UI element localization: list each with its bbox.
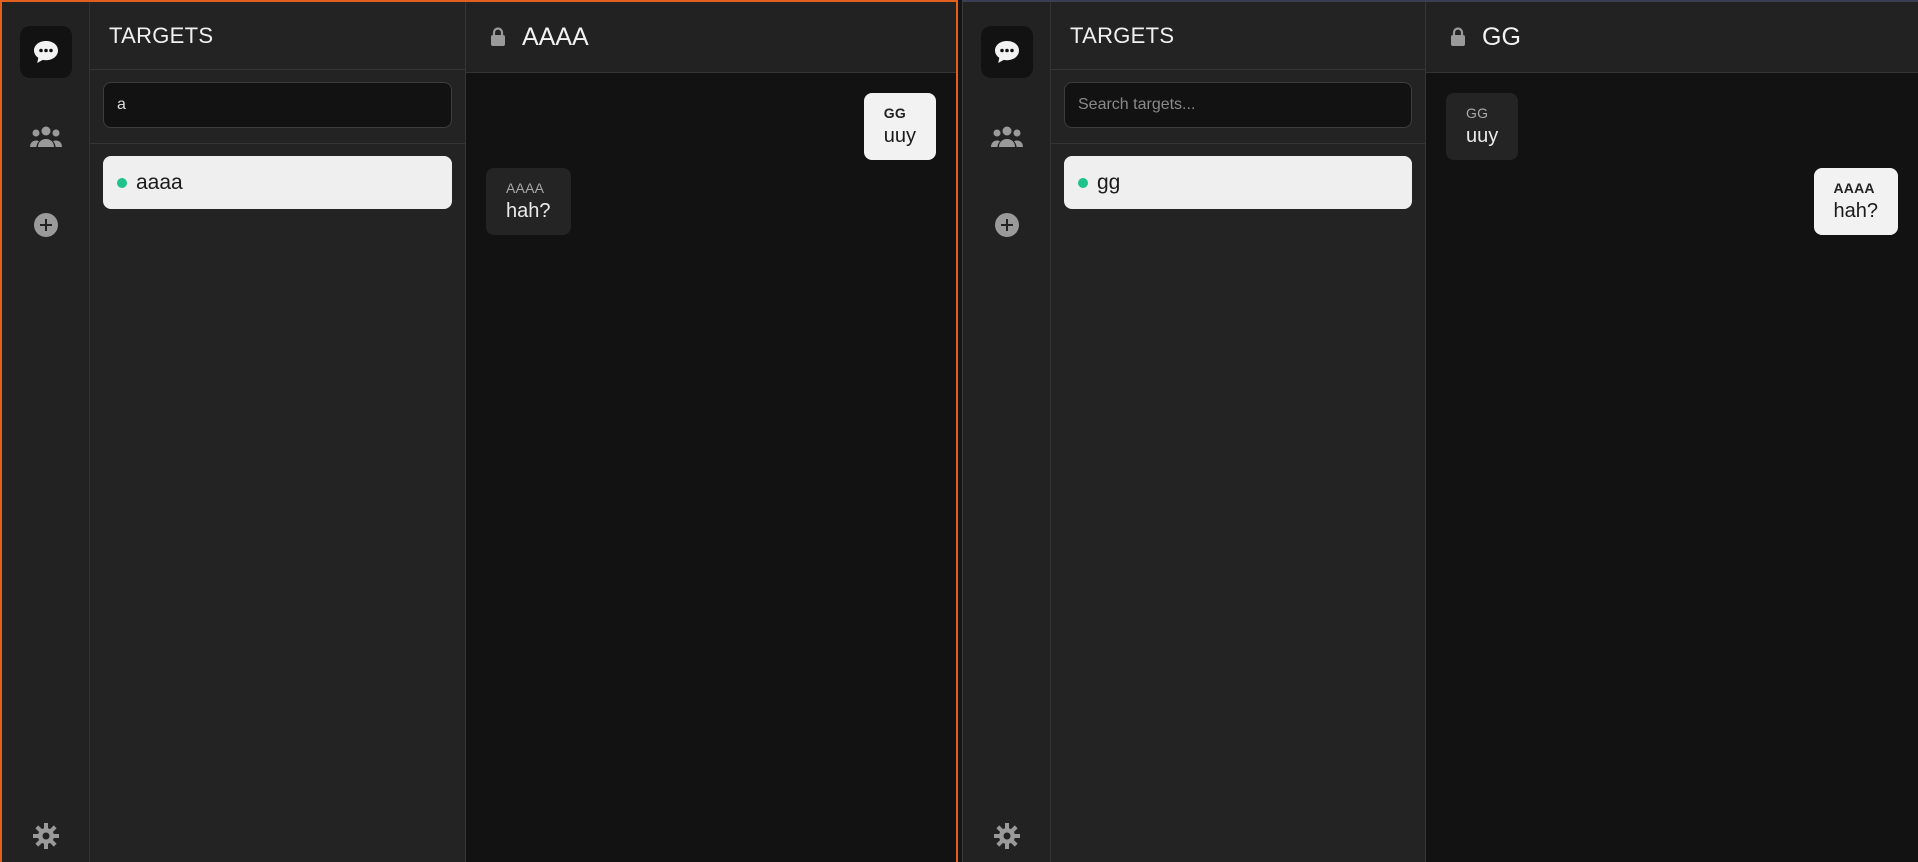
target-item-label: gg	[1097, 170, 1121, 194]
targets-panel: TARGETS a aaa	[90, 2, 466, 862]
message-bubble: GG uuy	[863, 93, 936, 160]
people-nav-button[interactable]	[981, 111, 1033, 163]
message-bubble: AAAA hah?	[1813, 168, 1898, 235]
people-nav-button[interactable]	[20, 111, 72, 163]
message-list: GG uuy AAAA hah?	[1426, 73, 1918, 862]
message-text: uuy	[1466, 125, 1499, 147]
chat-bubble-icon	[33, 41, 58, 63]
target-item[interactable]: gg	[1064, 156, 1412, 209]
targets-title: TARGETS	[1051, 2, 1425, 70]
message-sender: AAAA	[1833, 180, 1875, 196]
chat-panel: AAAA GG uuy AAAA hah?	[466, 2, 956, 862]
plus-circle-icon	[994, 213, 1019, 237]
lock-icon	[1450, 27, 1466, 47]
chat-title: GG	[1482, 22, 1521, 51]
online-status-dot	[1078, 177, 1088, 188]
settings-button[interactable]	[20, 810, 72, 862]
target-item[interactable]: aaaa	[103, 156, 452, 209]
plus-circle-icon	[33, 213, 58, 237]
chat-nav-button[interactable]	[19, 26, 72, 78]
add-target-button[interactable]	[20, 199, 72, 251]
message-text: uuy	[883, 125, 916, 147]
chat-window-left: TARGETS aaaa AAAA GG uuy	[0, 0, 958, 862]
search-input[interactable]	[1064, 82, 1412, 128]
chat-panel: GG GG uuy AAAA hah?	[1426, 2, 1918, 862]
message-bubble: AAAA hah?	[486, 168, 571, 235]
icon-sidebar	[2, 2, 90, 862]
message-text: hah?	[1833, 200, 1879, 222]
chat-nav-button[interactable]	[980, 26, 1033, 78]
target-list: gg	[1051, 144, 1425, 221]
chat-window-right: TARGETS gg GG GG uuy	[962, 0, 1918, 862]
target-item-label: aaaa	[136, 170, 183, 194]
screen: TARGETS aaaa AAAA GG uuy	[0, 0, 1918, 862]
chat-title: AAAA	[522, 22, 589, 51]
message-text: hah?	[506, 200, 551, 222]
chat-header: AAAA	[466, 2, 956, 73]
message-list: GG uuy AAAA hah?	[466, 73, 956, 862]
lock-icon	[490, 27, 506, 47]
message-sender: GG	[883, 105, 906, 121]
search-input[interactable]	[103, 82, 452, 128]
targets-title: TARGETS	[90, 2, 465, 70]
settings-button[interactable]	[981, 810, 1033, 862]
targets-panel: TARGETS gg	[1051, 2, 1426, 862]
add-target-button[interactable]	[981, 199, 1033, 251]
gear-icon	[994, 823, 1020, 849]
message-sender: AAAA	[506, 180, 545, 196]
people-icon	[990, 126, 1023, 147]
people-icon	[29, 126, 62, 147]
chat-header: GG	[1426, 2, 1918, 73]
message-sender: GG	[1466, 105, 1489, 121]
target-list: aaaa	[90, 144, 465, 221]
message-bubble: GG uuy	[1446, 93, 1519, 160]
search-area	[90, 70, 465, 144]
online-status-dot	[117, 177, 127, 188]
icon-sidebar	[963, 2, 1051, 862]
chat-bubble-icon	[994, 41, 1019, 63]
gear-icon	[33, 823, 59, 849]
search-area	[1051, 70, 1425, 144]
